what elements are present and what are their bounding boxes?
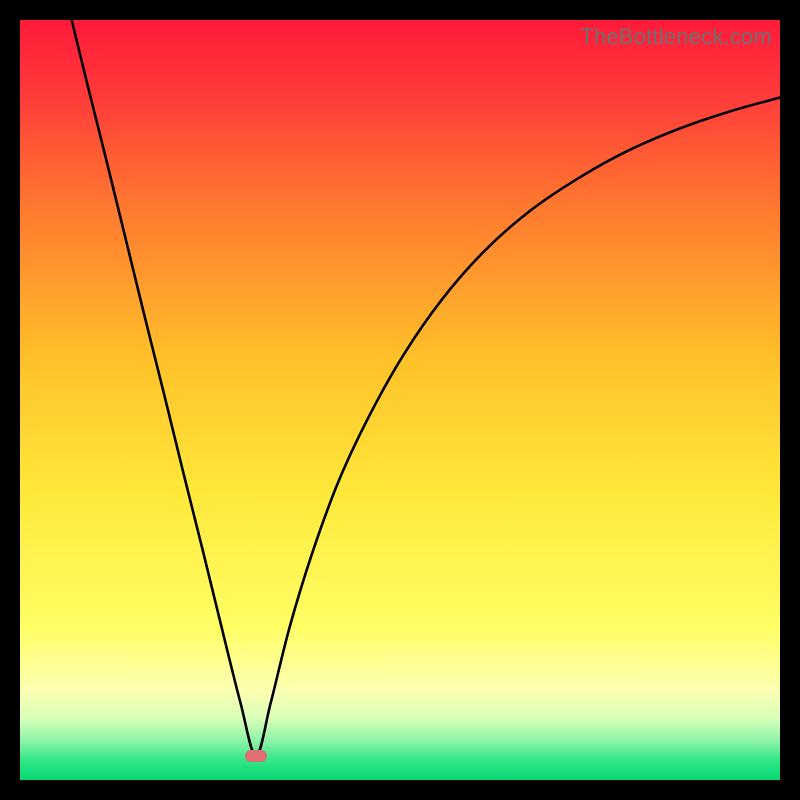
watermark-text: TheBottleneck.com xyxy=(580,24,772,50)
curve-minimum-marker xyxy=(245,750,267,762)
chart-plot xyxy=(20,20,780,780)
chart-frame: TheBottleneck.com xyxy=(20,20,780,780)
